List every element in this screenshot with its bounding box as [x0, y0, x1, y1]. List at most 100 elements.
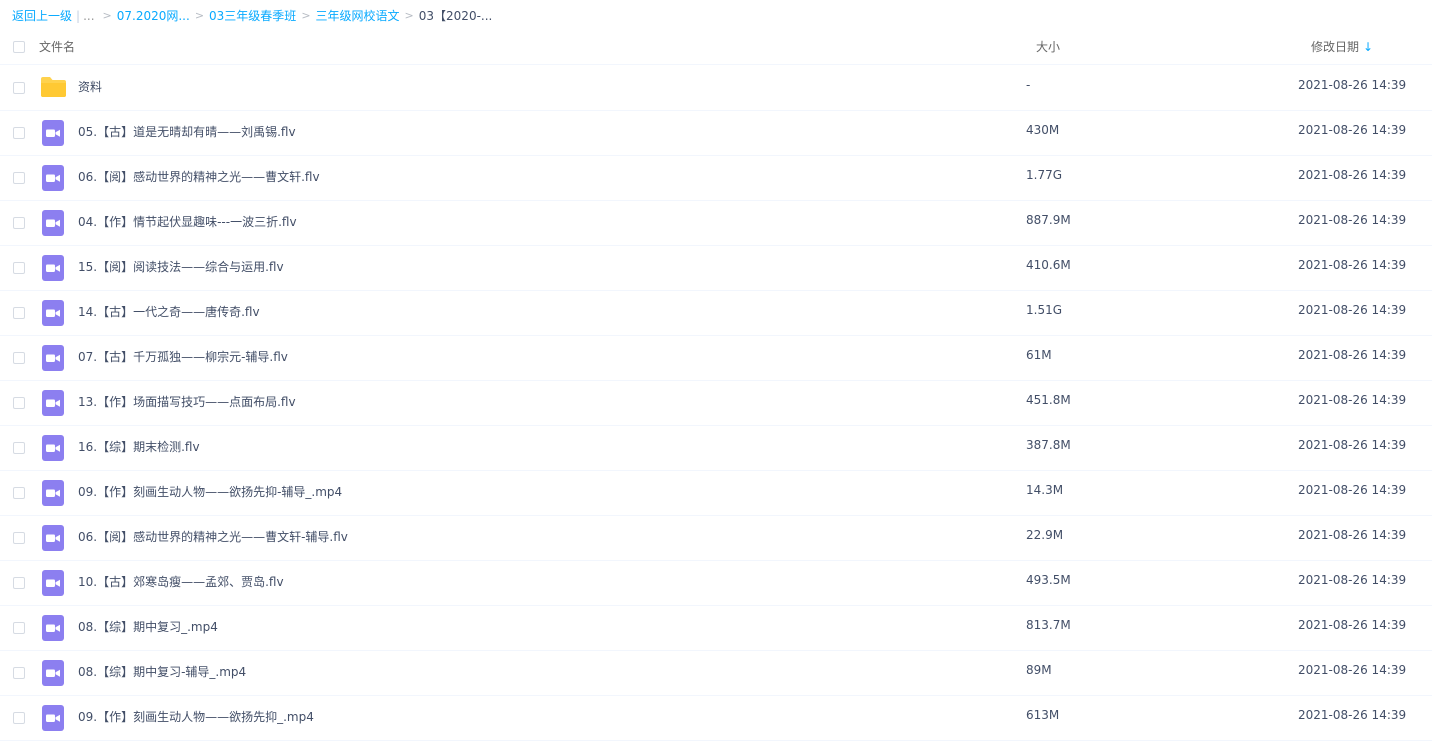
- file-date: 2021-08-26 14:39: [1298, 483, 1407, 497]
- file-row[interactable]: 09.【作】刻画生动人物——欲扬先抑-辅导_.mp4 14.3M 2021-08…: [0, 470, 1432, 516]
- file-row[interactable]: 07.【古】千万孤独——柳宗元-辅导.flv 61M 2021-08-26 14…: [0, 335, 1432, 381]
- file-date: 2021-08-26 14:39: [1298, 168, 1407, 182]
- row-checkbox[interactable]: [13, 217, 25, 229]
- file-date: 2021-08-26 14:39: [1298, 258, 1407, 272]
- video-file-icon[interactable]: [42, 300, 64, 326]
- row-checkbox[interactable]: [13, 712, 25, 724]
- file-name[interactable]: 09.【作】刻画生动人物——欲扬先抑-辅导_.mp4: [78, 483, 342, 500]
- file-date: 2021-08-26 14:39: [1298, 663, 1407, 677]
- video-file-icon[interactable]: [42, 345, 64, 371]
- file-date: 2021-08-26 14:39: [1298, 708, 1407, 722]
- file-size: 887.9M: [1026, 213, 1071, 227]
- row-checkbox[interactable]: [13, 577, 25, 589]
- file-size: 1.51G: [1026, 303, 1063, 317]
- file-date: 2021-08-26 14:39: [1298, 348, 1407, 362]
- arrow-down-icon[interactable]: ↓: [1363, 40, 1373, 54]
- breadcrumb-separator: >: [102, 9, 112, 22]
- file-row[interactable]: 10.【古】郊寒岛瘦——孟郊、贾岛.flv 493.5M 2021-08-26 …: [0, 560, 1432, 606]
- column-header-date[interactable]: 修改日期 ↓: [1311, 38, 1373, 55]
- file-row[interactable]: 16.【综】期末检测.flv 387.8M 2021-08-26 14:39: [0, 425, 1432, 471]
- file-name[interactable]: 09.【作】刻画生动人物——欲扬先抑_.mp4: [78, 708, 314, 725]
- file-row[interactable]: 资料 - 2021-08-26 14:39: [0, 65, 1432, 111]
- file-size: 22.9M: [1026, 528, 1064, 542]
- breadcrumb-separator: >: [301, 9, 311, 22]
- file-name[interactable]: 16.【综】期末检测.flv: [78, 438, 200, 455]
- file-name[interactable]: 06.【阅】感动世界的精神之光——曹文轩-辅导.flv: [78, 528, 348, 545]
- file-size: 61M: [1026, 348, 1052, 362]
- file-size: 613M: [1026, 708, 1060, 722]
- file-name[interactable]: 10.【古】郊寒岛瘦——孟郊、贾岛.flv: [78, 573, 284, 590]
- video-file-icon[interactable]: [42, 660, 64, 686]
- file-date: 2021-08-26 14:39: [1298, 213, 1407, 227]
- row-checkbox[interactable]: [13, 127, 25, 139]
- breadcrumb-crumb[interactable]: 07.2020网...: [117, 6, 190, 26]
- file-size: 1.77G: [1026, 168, 1063, 182]
- breadcrumb-crumb[interactable]: 三年级网校语文: [316, 6, 400, 26]
- file-size: 451.8M: [1026, 393, 1071, 407]
- video-file-icon[interactable]: [42, 210, 64, 236]
- file-size: -: [1026, 78, 1031, 92]
- file-name[interactable]: 08.【综】期中复习-辅导_.mp4: [78, 663, 246, 680]
- back-link[interactable]: 返回上一级: [12, 6, 72, 26]
- file-size: 493.5M: [1026, 573, 1071, 587]
- file-row[interactable]: 05.【古】道是无晴却有晴——刘禹锡.flv 430M 2021-08-26 1…: [0, 110, 1432, 156]
- file-row[interactable]: 15.【阅】阅读技法——综合与运用.flv 410.6M 2021-08-26 …: [0, 245, 1432, 291]
- select-all-checkbox[interactable]: [13, 41, 25, 53]
- file-row[interactable]: 04.【作】情节起伏显趣味---一波三折.flv 887.9M 2021-08-…: [0, 200, 1432, 246]
- file-name[interactable]: 13.【作】场面描写技巧——点面布局.flv: [78, 393, 296, 410]
- video-file-icon[interactable]: [42, 390, 64, 416]
- video-file-icon[interactable]: [42, 615, 64, 641]
- breadcrumb: 返回上一级 | ... > 07.2020网... > 03三年级春季班 > 三…: [12, 6, 492, 26]
- video-file-icon[interactable]: [42, 705, 64, 731]
- row-checkbox[interactable]: [13, 307, 25, 319]
- video-file-icon[interactable]: [42, 570, 64, 596]
- row-checkbox[interactable]: [13, 442, 25, 454]
- file-date: 2021-08-26 14:39: [1298, 438, 1407, 452]
- file-name[interactable]: 15.【阅】阅读技法——综合与运用.flv: [78, 258, 284, 275]
- breadcrumb-current: 03【2020-...: [418, 9, 493, 23]
- file-row[interactable]: 06.【阅】感动世界的精神之光——曹文轩.flv 1.77G 2021-08-2…: [0, 155, 1432, 201]
- column-header-date-label: 修改日期: [1311, 40, 1360, 54]
- file-size: 89M: [1026, 663, 1052, 677]
- file-name[interactable]: 资料: [78, 78, 102, 95]
- row-checkbox[interactable]: [13, 667, 25, 679]
- row-checkbox[interactable]: [13, 532, 25, 544]
- file-row[interactable]: 13.【作】场面描写技巧——点面布局.flv 451.8M 2021-08-26…: [0, 380, 1432, 426]
- folder-icon[interactable]: [40, 76, 67, 98]
- video-file-icon[interactable]: [42, 120, 64, 146]
- file-name[interactable]: 04.【作】情节起伏显趣味---一波三折.flv: [78, 213, 297, 230]
- file-list-header: 文件名 大小 修改日期 ↓: [0, 30, 1432, 65]
- file-name[interactable]: 08.【综】期中复习_.mp4: [78, 618, 218, 635]
- row-checkbox[interactable]: [13, 352, 25, 364]
- column-header-size[interactable]: 大小: [1036, 38, 1060, 55]
- column-header-name[interactable]: 文件名: [39, 38, 75, 55]
- file-size: 387.8M: [1026, 438, 1071, 452]
- file-name[interactable]: 05.【古】道是无晴却有晴——刘禹锡.flv: [78, 123, 296, 140]
- video-file-icon[interactable]: [42, 480, 64, 506]
- file-name[interactable]: 14.【古】一代之奇——唐传奇.flv: [78, 303, 260, 320]
- file-size: 410.6M: [1026, 258, 1071, 272]
- file-row[interactable]: 08.【综】期中复习-辅导_.mp4 89M 2021-08-26 14:39: [0, 650, 1432, 696]
- video-file-icon[interactable]: [42, 435, 64, 461]
- row-checkbox[interactable]: [13, 262, 25, 274]
- file-date: 2021-08-26 14:39: [1298, 303, 1407, 317]
- file-row[interactable]: 14.【古】一代之奇——唐传奇.flv 1.51G 2021-08-26 14:…: [0, 290, 1432, 336]
- file-row[interactable]: 06.【阅】感动世界的精神之光——曹文轩-辅导.flv 22.9M 2021-0…: [0, 515, 1432, 561]
- file-name[interactable]: 07.【古】千万孤独——柳宗元-辅导.flv: [78, 348, 288, 365]
- row-checkbox[interactable]: [13, 172, 25, 184]
- file-date: 2021-08-26 14:39: [1298, 78, 1407, 92]
- video-file-icon[interactable]: [42, 525, 64, 551]
- video-file-icon[interactable]: [42, 255, 64, 281]
- breadcrumb-crumb[interactable]: 03三年级春季班: [209, 6, 296, 26]
- row-checkbox[interactable]: [13, 82, 25, 94]
- video-file-icon[interactable]: [42, 165, 64, 191]
- file-name[interactable]: 06.【阅】感动世界的精神之光——曹文轩.flv: [78, 168, 320, 185]
- row-checkbox[interactable]: [13, 487, 25, 499]
- row-checkbox[interactable]: [13, 397, 25, 409]
- file-row[interactable]: 08.【综】期中复习_.mp4 813.7M 2021-08-26 14:39: [0, 605, 1432, 651]
- file-size: 14.3M: [1026, 483, 1064, 497]
- file-row[interactable]: 09.【作】刻画生动人物——欲扬先抑_.mp4 613M 2021-08-26 …: [0, 695, 1432, 741]
- breadcrumb-more[interactable]: ...: [83, 6, 94, 26]
- row-checkbox[interactable]: [13, 622, 25, 634]
- file-size: 430M: [1026, 123, 1060, 137]
